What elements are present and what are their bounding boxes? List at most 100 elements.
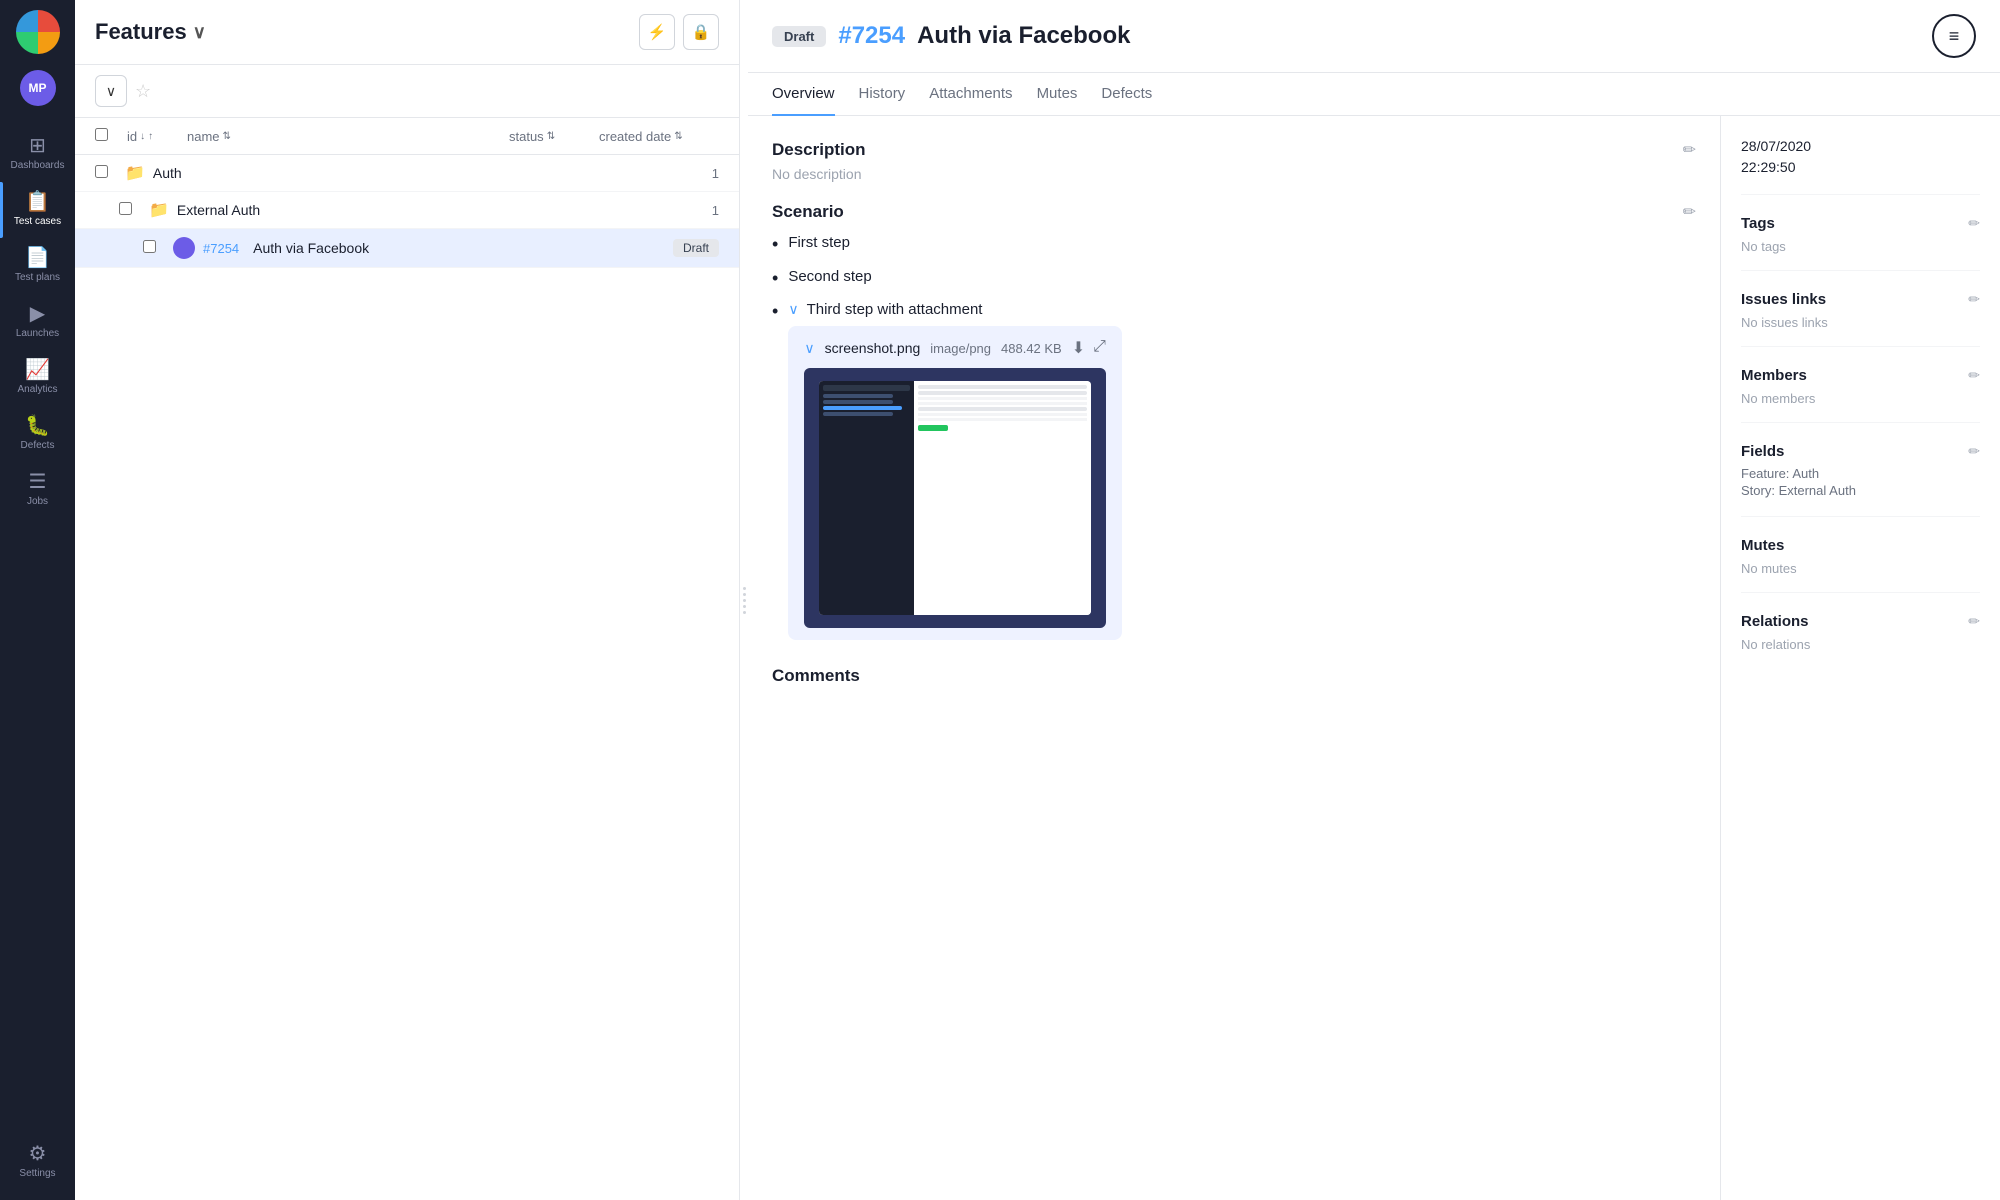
feature-field: Feature: Auth bbox=[1741, 466, 1980, 481]
table-row[interactable]: 📁 Auth 1 bbox=[75, 155, 739, 192]
issues-links-value: No issues links bbox=[1741, 315, 1828, 330]
tab-history[interactable]: History bbox=[859, 73, 906, 116]
dropdown-button[interactable]: ∨ bbox=[95, 75, 127, 107]
main-content: Description ✏ No description Scenario ✏ … bbox=[748, 116, 1720, 1200]
lock-button[interactable]: 🔒 bbox=[683, 14, 719, 50]
content-area: Description ✏ No description Scenario ✏ … bbox=[748, 116, 2000, 1200]
members-header: Members ✏ bbox=[1741, 367, 1980, 384]
attachment-toggle-button[interactable]: ∨ bbox=[804, 340, 814, 357]
scenario-step: • ∨ Third step with attachment ∨ screens… bbox=[772, 295, 1696, 646]
resize-dot bbox=[743, 605, 746, 608]
scenario-edit-button[interactable]: ✏ bbox=[1683, 202, 1696, 222]
filter-icon: ⚡ bbox=[648, 23, 667, 41]
row-checkbox[interactable] bbox=[95, 165, 108, 178]
column-header-name[interactable]: name ⇅ bbox=[187, 129, 509, 144]
resize-dot bbox=[743, 611, 746, 614]
test-case-name: Auth via Facebook bbox=[253, 240, 665, 256]
step-bullet: • bbox=[772, 301, 778, 323]
filter-button[interactable]: ⚡ bbox=[639, 14, 675, 50]
test-case-row[interactable]: #7254 Auth via Facebook Draft bbox=[75, 229, 739, 268]
members-edit-button[interactable]: ✏ bbox=[1968, 367, 1980, 384]
scenario-steps: • First step • Second step • ∨ Third ste… bbox=[772, 228, 1696, 646]
members-title: Members bbox=[1741, 367, 1807, 384]
sort-status-icon: ⇅ bbox=[547, 131, 555, 142]
issues-links-edit-button[interactable]: ✏ bbox=[1968, 291, 1980, 308]
download-icon[interactable]: ⬇ bbox=[1072, 338, 1085, 358]
tags-title: Tags bbox=[1741, 215, 1775, 232]
sidebar-item-test-plans[interactable]: 📄 Test plans bbox=[0, 238, 75, 294]
group-count: 1 bbox=[712, 166, 719, 181]
row-checkbox[interactable] bbox=[143, 240, 156, 253]
right-panel: Draft #7254 Auth via Facebook ≡ Overview… bbox=[748, 0, 2000, 1200]
jobs-icon: ☰ bbox=[29, 472, 47, 492]
row-checkbox-wrapper bbox=[143, 240, 165, 256]
sidebar-item-test-cases[interactable]: 📋 Test cases bbox=[0, 182, 75, 238]
sidebar-item-defects[interactable]: 🐛 Defects bbox=[0, 406, 75, 462]
row-checkbox[interactable] bbox=[119, 202, 132, 215]
tab-attachments[interactable]: Attachments bbox=[929, 73, 1012, 116]
fields-edit-button[interactable]: ✏ bbox=[1968, 443, 1980, 460]
header-actions: ⚡ 🔒 bbox=[639, 14, 719, 50]
issue-status-badge: Draft bbox=[772, 26, 826, 47]
description-edit-button[interactable]: ✏ bbox=[1683, 140, 1696, 160]
sidebar-item-analytics[interactable]: 📈 Analytics bbox=[0, 350, 75, 406]
issues-links-section: Issues links ✏ No issues links bbox=[1741, 291, 1980, 347]
sidebar-item-settings[interactable]: ⚙ Settings bbox=[0, 1134, 75, 1190]
sort-date-icon: ⇅ bbox=[674, 131, 682, 142]
attachment-name: screenshot.png bbox=[825, 340, 921, 356]
tab-label: Mutes bbox=[1037, 85, 1078, 102]
title-dropdown-icon[interactable]: ∨ bbox=[193, 22, 206, 43]
expand-icon[interactable]: ⤢ bbox=[1093, 338, 1106, 358]
tags-value: No tags bbox=[1741, 239, 1786, 254]
column-header-id[interactable]: id ↓ ↑ bbox=[127, 129, 187, 144]
resize-handle[interactable] bbox=[740, 0, 748, 1200]
created-date: 28/07/2020 22:29:50 bbox=[1741, 136, 1980, 178]
issue-title: Auth via Facebook bbox=[917, 22, 1920, 50]
sidebar-item-dashboards[interactable]: ⊞ Dashboards bbox=[0, 126, 75, 182]
sidebar-item-label: Launches bbox=[16, 328, 59, 340]
tags-edit-button[interactable]: ✏ bbox=[1968, 215, 1980, 232]
date-section: 28/07/2020 22:29:50 bbox=[1741, 136, 1980, 195]
tab-defects[interactable]: Defects bbox=[1101, 73, 1152, 116]
attachment-header: ∨ screenshot.png image/png 488.42 KB ⬇ ⤢ bbox=[804, 338, 1106, 358]
description-title: Description bbox=[772, 140, 866, 160]
resize-dot bbox=[743, 593, 746, 596]
fields-title: Fields bbox=[1741, 443, 1784, 460]
sidebar-item-label: Defects bbox=[21, 440, 55, 452]
column-header-created-date[interactable]: created date ⇅ bbox=[599, 129, 719, 144]
group-name: Auth bbox=[153, 165, 704, 181]
col-date-label: created date bbox=[599, 129, 671, 144]
step-toggle-icon[interactable]: ∨ bbox=[788, 301, 798, 318]
sidebar-item-jobs[interactable]: ☰ Jobs bbox=[0, 462, 75, 518]
tags-header: Tags ✏ bbox=[1741, 215, 1980, 232]
checkbox-all[interactable] bbox=[95, 128, 108, 141]
story-value: External Auth bbox=[1779, 483, 1856, 498]
tab-mutes[interactable]: Mutes bbox=[1037, 73, 1078, 116]
description-section-header: Description ✏ bbox=[772, 140, 1696, 160]
sidebar-item-label: Analytics bbox=[17, 384, 57, 396]
preview-inner bbox=[804, 368, 1106, 628]
table-row[interactable]: 📁 External Auth 1 bbox=[75, 192, 739, 229]
attachment-actions: ⬇ ⤢ bbox=[1072, 338, 1106, 358]
step-bullet: • bbox=[772, 268, 778, 290]
column-header-status[interactable]: status ⇅ bbox=[509, 129, 599, 144]
profile-menu-button[interactable]: ≡ bbox=[1932, 14, 1976, 58]
app-logo[interactable] bbox=[16, 10, 60, 54]
attachment-container: ∨ screenshot.png image/png 488.42 KB ⬇ ⤢ bbox=[788, 326, 1122, 640]
attachment-preview bbox=[804, 368, 1106, 628]
scenario-title: Scenario bbox=[772, 202, 844, 222]
sidebar-item-launches[interactable]: ▶ Launches bbox=[0, 294, 75, 350]
folder-icon: 📁 bbox=[149, 200, 169, 220]
star-icon[interactable]: ☆ bbox=[135, 81, 151, 102]
tags-section: Tags ✏ No tags bbox=[1741, 215, 1980, 271]
select-all-checkbox[interactable] bbox=[95, 128, 127, 144]
right-panel-header: Draft #7254 Auth via Facebook ≡ bbox=[748, 0, 2000, 73]
issues-links-title: Issues links bbox=[1741, 291, 1826, 308]
user-avatar[interactable]: MP bbox=[20, 70, 56, 106]
relations-edit-button[interactable]: ✏ bbox=[1968, 613, 1980, 630]
sort-desc-icon: ↓ bbox=[140, 131, 145, 142]
step-text: First step bbox=[788, 234, 850, 251]
feature-label: Feature: bbox=[1741, 466, 1789, 481]
tab-overview[interactable]: Overview bbox=[772, 73, 835, 116]
sidebar-item-label: Dashboards bbox=[11, 160, 65, 172]
